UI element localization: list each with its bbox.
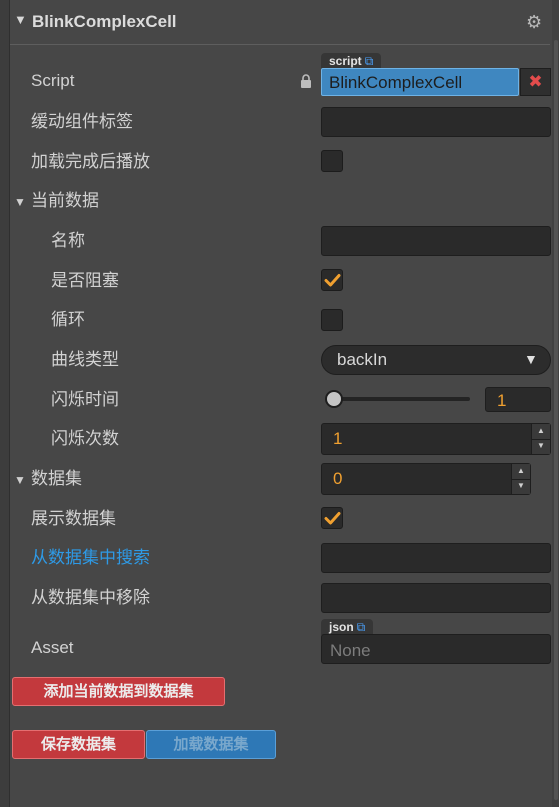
- decrement-arrow-icon[interactable]: ▼: [512, 479, 530, 494]
- increment-arrow-icon[interactable]: ▲: [532, 424, 550, 440]
- dataset-count-stepper[interactable]: ▲ ▼: [511, 464, 530, 494]
- name-input[interactable]: [321, 226, 551, 256]
- blink-count-label: 闪烁次数: [51, 429, 119, 448]
- component-title: BlinkComplexCell: [32, 12, 177, 31]
- asset-value: None: [330, 641, 371, 660]
- search-dataset-label[interactable]: 从数据集中搜索: [31, 548, 150, 568]
- block-label: 是否阻塞: [51, 271, 119, 290]
- block-checkbox[interactable]: [321, 269, 343, 291]
- json-tag-label: json: [329, 620, 354, 634]
- external-link-icon[interactable]: ⧉: [365, 54, 374, 68]
- name-label: 名称: [51, 231, 85, 250]
- blink-count-input[interactable]: 1 ▲ ▼: [321, 423, 551, 455]
- blink-count-value: 1: [333, 429, 343, 448]
- cache-tag-label: 缓动组件标签: [31, 112, 133, 131]
- show-dataset-checkbox[interactable]: [321, 507, 343, 529]
- dropdown-arrow-icon: ▼: [524, 351, 538, 367]
- blink-time-slider-track[interactable]: [334, 397, 470, 401]
- show-dataset-label: 展示数据集: [31, 509, 116, 528]
- component-header[interactable]: ▼ BlinkComplexCell ⚙: [10, 0, 550, 45]
- autoplay-label: 加载完成后播放: [31, 152, 150, 171]
- dataset-label: 数据集: [31, 469, 82, 488]
- checkmark-icon: [324, 512, 341, 525]
- loop-label: 循环: [51, 310, 85, 329]
- blink-time-slider-handle[interactable]: [325, 390, 343, 408]
- remove-dataset-label: 从数据集中移除: [31, 588, 150, 607]
- autoplay-checkbox[interactable]: [321, 150, 343, 172]
- lock-icon: [300, 73, 312, 93]
- external-link-icon[interactable]: ⧉: [357, 620, 366, 634]
- dataset-count-input[interactable]: 0 ▲ ▼: [321, 463, 531, 495]
- blink-time-input[interactable]: 1: [485, 387, 551, 412]
- checkmark-icon: [324, 274, 341, 287]
- asset-label: Asset: [31, 638, 74, 657]
- asset-field[interactable]: None: [321, 634, 551, 664]
- save-dataset-button[interactable]: 保存数据集: [12, 730, 145, 759]
- script-value: BlinkComplexCell: [329, 73, 463, 92]
- script-label: Script: [31, 71, 75, 90]
- script-asset-field[interactable]: BlinkComplexCell: [321, 68, 519, 96]
- add-current-to-dataset-button[interactable]: 添加当前数据到数据集: [12, 677, 225, 706]
- blink-time-label: 闪烁时间: [51, 390, 119, 409]
- search-dataset-input[interactable]: [321, 543, 551, 573]
- increment-arrow-icon[interactable]: ▲: [512, 464, 530, 480]
- dataset-count-value: 0: [333, 469, 343, 488]
- dataset-arrow-icon[interactable]: ▼: [14, 470, 26, 490]
- collapse-arrow-icon[interactable]: ▼: [14, 12, 27, 27]
- panel-left-edge: [0, 0, 10, 807]
- cache-tag-input[interactable]: [321, 107, 551, 137]
- gear-icon[interactable]: ⚙: [526, 12, 542, 33]
- current-data-label: 当前数据: [31, 191, 99, 210]
- loop-checkbox[interactable]: [321, 309, 343, 331]
- current-data-arrow-icon[interactable]: ▼: [14, 192, 26, 212]
- remove-dataset-input[interactable]: [321, 583, 551, 613]
- curve-type-label: 曲线类型: [51, 350, 119, 369]
- curve-type-value: backIn: [337, 350, 388, 369]
- script-tag-label: script: [329, 54, 362, 68]
- blink-count-stepper[interactable]: ▲ ▼: [531, 424, 550, 454]
- blink-time-value: 1: [497, 391, 507, 410]
- scrollbar-thumb[interactable]: [554, 40, 558, 800]
- clear-script-button[interactable]: ✖: [520, 68, 551, 96]
- curve-type-select[interactable]: backIn ▼: [321, 345, 551, 375]
- json-tag: json ⧉: [321, 619, 374, 635]
- load-dataset-button[interactable]: 加载数据集: [146, 730, 276, 759]
- decrement-arrow-icon[interactable]: ▼: [532, 439, 550, 454]
